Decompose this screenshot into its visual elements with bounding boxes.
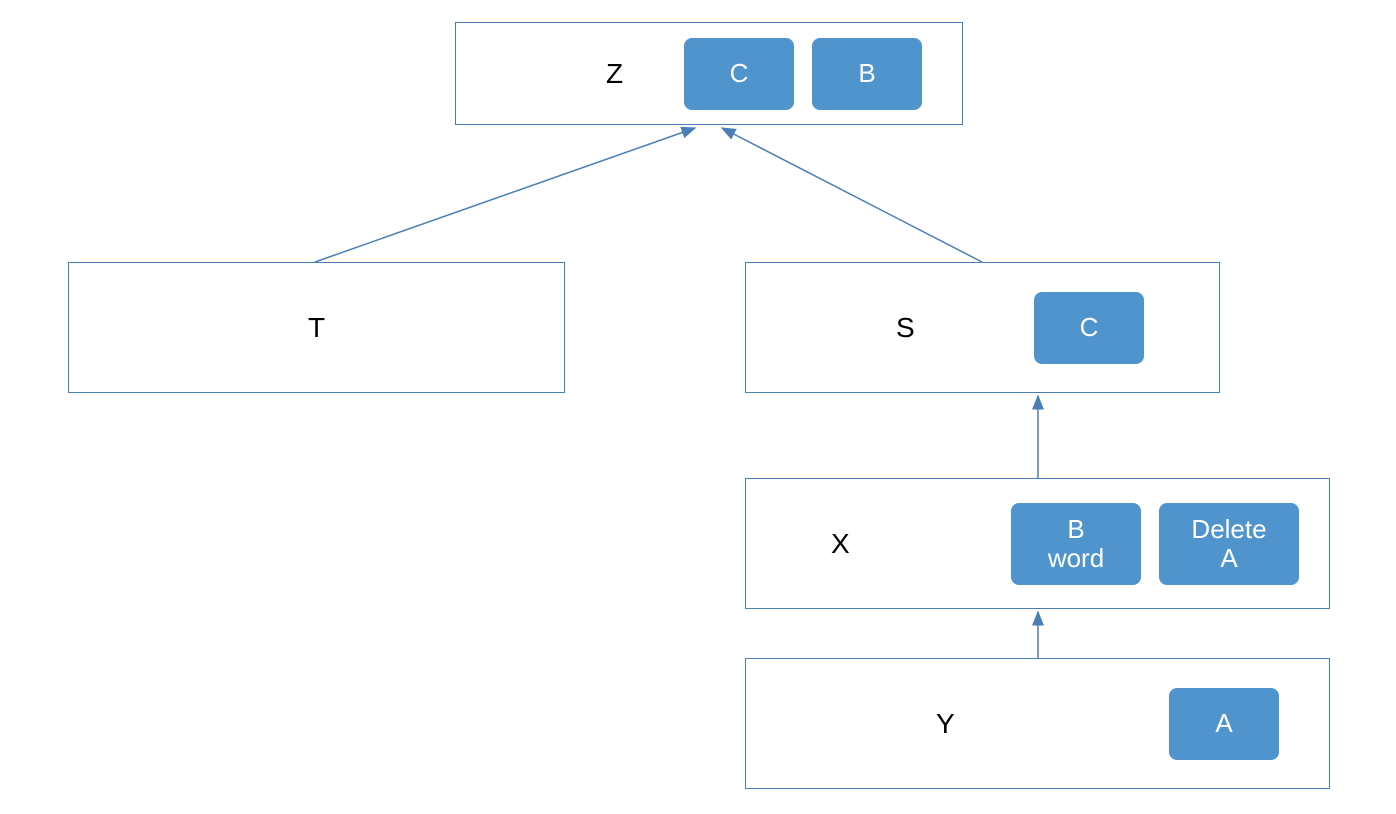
node-x-label: X <box>831 528 850 560</box>
node-s: S C <box>745 262 1220 393</box>
node-y: Y A <box>745 658 1330 789</box>
node-y-label: Y <box>936 708 955 740</box>
node-z: Z C B <box>455 22 963 125</box>
badge-x-bword: B word <box>1011 503 1141 585</box>
badge-x-deletea: Delete A <box>1159 503 1299 585</box>
node-t-label: T <box>308 312 325 344</box>
badge-z-c: C <box>684 38 794 110</box>
node-t: T <box>68 262 565 393</box>
node-s-label: S <box>896 312 915 344</box>
arrow-t-to-z <box>315 128 695 262</box>
badge-y-a: A <box>1169 688 1279 760</box>
node-x: X B word Delete A <box>745 478 1330 609</box>
node-z-label: Z <box>606 58 623 90</box>
badge-s-c: C <box>1034 292 1144 364</box>
arrow-s-to-z <box>722 128 982 262</box>
badge-z-b: B <box>812 38 922 110</box>
